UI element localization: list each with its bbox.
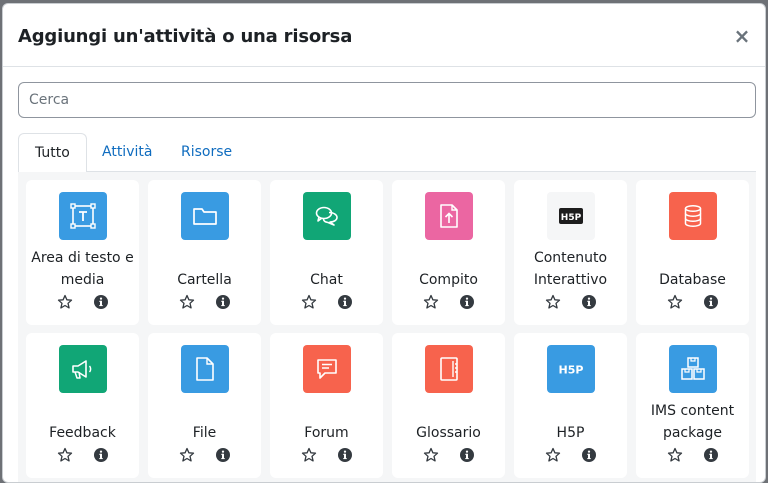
info-icon[interactable]	[215, 294, 231, 310]
module-card-forum[interactable]: Forum	[270, 333, 383, 478]
module-name: Cartella	[177, 272, 232, 288]
star-icon[interactable]	[179, 294, 195, 310]
glossary-icon	[425, 345, 473, 393]
module-card-ims-package[interactable]: IMS content package	[636, 333, 749, 478]
module-card-database[interactable]: Database	[636, 180, 749, 325]
module-name: Compito	[419, 272, 478, 288]
star-icon[interactable]	[301, 294, 317, 310]
module-name-line2: Interattivo	[533, 272, 608, 288]
dialog-title: Aggiungi un'attività o una risorsa	[18, 26, 353, 47]
tab-resources[interactable]: Risorse	[165, 133, 248, 172]
ims-package-icon	[669, 345, 717, 393]
module-card-interactive-content[interactable]: H5P Contenuto Interattivo	[514, 180, 627, 325]
module-card-text-media[interactable]: Area di testo e media	[26, 180, 139, 325]
info-icon[interactable]	[703, 447, 719, 463]
module-name: Glossario	[416, 425, 481, 441]
chat-bubbles-icon	[303, 192, 351, 240]
assignment-upload-icon	[425, 192, 473, 240]
megaphone-icon	[59, 345, 107, 393]
close-button[interactable]: ×	[733, 26, 751, 46]
forum-icon	[303, 345, 351, 393]
star-icon[interactable]	[301, 447, 317, 463]
info-icon[interactable]	[581, 294, 597, 310]
info-icon[interactable]	[703, 294, 719, 310]
dialog-header: Aggiungi un'attività o una risorsa ×	[3, 4, 765, 67]
star-icon[interactable]	[667, 294, 683, 310]
info-icon[interactable]	[337, 447, 353, 463]
search-input[interactable]	[18, 82, 756, 118]
h5p-logo-icon: H5P	[547, 192, 595, 240]
module-card-assignment[interactable]: Compito	[392, 180, 505, 325]
module-card-feedback[interactable]: Feedback	[26, 333, 139, 478]
file-icon	[181, 345, 229, 393]
module-name: Database	[659, 272, 726, 288]
svg-text:H5P: H5P	[559, 364, 584, 377]
tab-all[interactable]: Tutto	[18, 133, 87, 173]
module-name-line1: IMS content	[650, 403, 735, 419]
add-activity-dialog: Aggiungi un'attività o una risorsa × Tut…	[2, 3, 766, 483]
module-card-file[interactable]: File	[148, 333, 261, 478]
module-card-chat[interactable]: Chat	[270, 180, 383, 325]
star-icon[interactable]	[545, 294, 561, 310]
star-icon[interactable]	[545, 447, 561, 463]
info-icon[interactable]	[215, 447, 231, 463]
text-area-icon	[59, 192, 107, 240]
module-name: Chat	[310, 272, 343, 288]
module-name: File	[192, 425, 217, 441]
info-icon[interactable]	[93, 294, 109, 310]
module-name: H5P	[556, 425, 585, 441]
module-name: Forum	[304, 425, 349, 441]
module-name-line2: package	[662, 425, 723, 441]
module-name-line1: Area di testo e	[31, 250, 134, 266]
folder-icon	[181, 192, 229, 240]
tab-activities[interactable]: Attività	[86, 133, 168, 172]
star-icon[interactable]	[57, 447, 73, 463]
star-icon[interactable]	[57, 294, 73, 310]
star-icon[interactable]	[179, 447, 195, 463]
info-icon[interactable]	[459, 294, 475, 310]
module-name-line1: Contenuto	[533, 250, 608, 266]
database-icon	[669, 192, 717, 240]
module-name: Feedback	[49, 425, 116, 441]
info-icon[interactable]	[459, 447, 475, 463]
info-icon[interactable]	[337, 294, 353, 310]
info-icon[interactable]	[93, 447, 109, 463]
module-card-h5p[interactable]: H5P H5P	[514, 333, 627, 478]
h5p-icon: H5P	[547, 345, 595, 393]
module-card-glossary[interactable]: Glossario	[392, 333, 505, 478]
module-card-folder[interactable]: Cartella	[148, 180, 261, 325]
info-icon[interactable]	[581, 447, 597, 463]
tab-bar: Tutto Attività Risorse	[18, 133, 756, 173]
module-grid: Area di testo e media Cartella Chat Comp…	[18, 172, 756, 482]
module-name-line2: media	[60, 272, 105, 288]
star-icon[interactable]	[423, 447, 439, 463]
star-icon[interactable]	[667, 447, 683, 463]
svg-text:H5P: H5P	[561, 213, 582, 223]
star-icon[interactable]	[423, 294, 439, 310]
